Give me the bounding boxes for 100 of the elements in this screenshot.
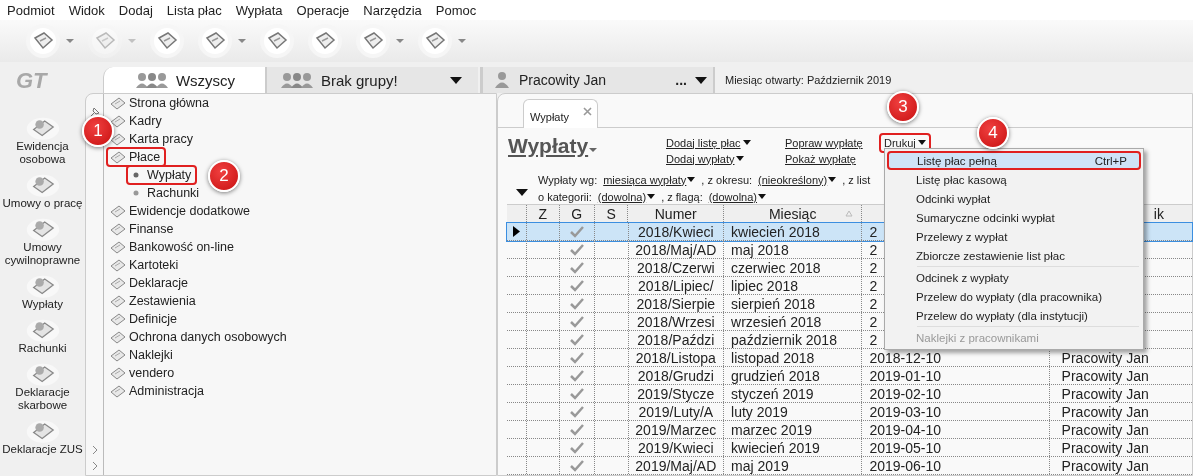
table-row[interactable]: 2019/Maj/AD maj 2019 2019-06-10 Pracowity Jan [507,457,1192,475]
column-header[interactable]: S [606,205,616,222]
callout-badge: 4 [977,117,1009,149]
callout-badge: 2 [208,160,240,192]
menu-option[interactable]: Odcinki wypłat [887,189,1141,208]
nav-button[interactable]: Deklaracje ZUS [0,417,85,456]
tree-item[interactable]: Ewidencje dodatkowe [106,201,256,221]
table-cell: 2018/Maj/AD [635,241,717,258]
column-header[interactable]: Z [538,205,548,222]
table-row[interactable]: 2019/Kwieci kwiecień 2019 2019-05-10 Pracowity Jan [507,439,1192,457]
nav-button[interactable]: Deklaracje skarbowe [0,360,85,412]
tree-item[interactable]: Rachunki [126,183,206,203]
callout-badge: 3 [887,90,919,123]
action-link[interactable]: Dodaj wypłaty [663,151,748,166]
table-cell: 2019/Luty/A [638,403,714,420]
table-cell: 2018/Paździ [637,331,715,348]
menu-item[interactable]: Wypłata [235,2,283,18]
table-cell: styczeń 2019 [731,385,814,402]
tree-item[interactable]: Deklaracje [106,273,195,293]
table-cell: Pracowity Jan [1061,403,1149,420]
column-header[interactable]: ik [1153,205,1164,222]
column-header[interactable]: G [571,205,583,222]
filter-label: , z list [842,173,871,186]
tab[interactable]: Brak grupy! [265,67,478,93]
table-cell: 2018/Sierpie [636,295,716,312]
nav-button[interactable]: Rachunki [0,316,85,355]
table-cell: 2018/Lipiec/ [638,277,714,294]
tree-item[interactable]: Kartoteki [106,255,185,275]
table-cell: maj 2018 [731,241,789,258]
table-cell: 2 [869,223,878,240]
table-cell: 2019/Stycze [637,385,715,402]
nav-button[interactable]: Wypłaty [0,272,85,311]
tree-item[interactable]: Wypłaty [126,165,198,185]
table-cell: 2 [869,259,878,276]
tree-item[interactable]: Strona główna [106,93,215,113]
table-cell: 2 [869,277,878,294]
filter-link[interactable]: miesiąca wypłaty [603,173,696,186]
menu-option[interactable]: Listę płac kasową [887,170,1141,189]
tree-item[interactable]: Zestawienia [106,291,202,311]
employee-selector[interactable]: Pracowity Jan ... [480,67,713,93]
table-cell: 2 [869,241,878,258]
table-cell: 2018-12-10 [869,349,942,366]
table-row[interactable]: 2019/Luty/A luty 2019 2019-03-10 Pracowity Jan [507,403,1192,421]
column-header[interactable]: Numer [654,205,697,222]
tree-item[interactable]: Płace [106,147,167,167]
menu-item[interactable]: Widok [68,2,105,18]
tree-item[interactable]: Ochrona danych osobowych [106,327,293,347]
tree-item[interactable]: Administracja [106,381,211,401]
document-tab[interactable]: Wypłaty [523,98,598,128]
column-header[interactable]: Miesiąc [768,205,817,222]
table-cell: 2018/Listopa [635,349,716,366]
table-cell: Pracowity Jan [1061,385,1149,402]
menu-item[interactable]: Narzędzia [363,2,422,18]
menu-item[interactable]: Lista płac [166,2,222,18]
filter-link[interactable]: (nieokreślony) [758,173,837,186]
tree-item[interactable]: Definicje [106,309,183,329]
tab[interactable]: Wszyscy [103,67,265,93]
table-cell: 2019-04-10 [869,421,942,438]
table-row[interactable]: 2019/Stycze styczeń 2019 2019-02-10 Pracowity Jan [507,385,1192,403]
nav-button[interactable]: Umowy o pracę [0,171,85,210]
table-cell: 2019-03-10 [869,403,942,420]
table-cell: 2019/Maj/AD [635,457,717,474]
table-cell: kwiecień 2019 [731,439,820,456]
action-link[interactable]: Dodaj listę płac [663,135,754,150]
table-cell: 2019-02-10 [869,385,942,402]
menu-item[interactable]: Operacje [296,2,350,18]
tree-item[interactable]: vendero [106,363,181,383]
tree-item[interactable]: Naklejki [106,345,179,365]
menu-item[interactable]: Dodaj [118,2,153,18]
callout-badge: 1 [82,115,114,147]
tree-item[interactable]: Bankowość on-line [106,237,240,257]
filter-label: , z okresu: [701,173,753,186]
table-cell: kwiecień 2018 [731,223,820,240]
table-cell: listopad 2018 [731,349,815,366]
table-cell: 2018/Kwieci [638,223,714,240]
table-cell: 2018/Grudzi [637,367,714,384]
nav-button[interactable]: Ewidencja osobowa [0,114,85,166]
table-cell: wrzesień 2018 [731,313,822,330]
filter-label: Wypłaty wg: [538,173,598,186]
page-title[interactable]: Wypłaty [508,133,589,158]
table-cell: Pracowity Jan [1061,439,1149,456]
table-cell: grudzień 2018 [731,367,820,384]
table-cell: Pracowity Jan [1061,421,1149,438]
filter-link[interactable]: (dowolna) [708,190,766,203]
menu-item[interactable]: Podmiot [7,2,55,18]
menu-item[interactable]: Pomoc [435,2,477,18]
table-row[interactable]: 2018/Grudzi grudzień 2018 2019-01-10 Pracowity Jan [507,367,1192,385]
table-cell: 2019-01-10 [869,367,942,384]
table-cell: 2019-05-10 [869,439,942,456]
filter-link[interactable]: (dowolna) [597,190,656,203]
action-link[interactable]: Pokaż wypłatę [782,151,859,166]
nav-button[interactable]: Umowy cywilnoprawne [0,215,85,267]
table-cell: 2 [869,313,878,330]
tree-item[interactable]: Finanse [106,219,180,239]
action-link[interactable]: Popraw wypłatę [782,135,866,150]
table-cell: październik 2018 [731,331,837,348]
table-cell: Pracowity Jan [1061,349,1149,366]
menu-option[interactable]: Listę płac pełną Ctrl+P [887,151,1141,170]
table-cell: czerwiec 2018 [731,259,821,276]
table-row[interactable]: 2019/Marzec marzec 2019 2019-04-10 Pracowity Jan [507,421,1192,439]
